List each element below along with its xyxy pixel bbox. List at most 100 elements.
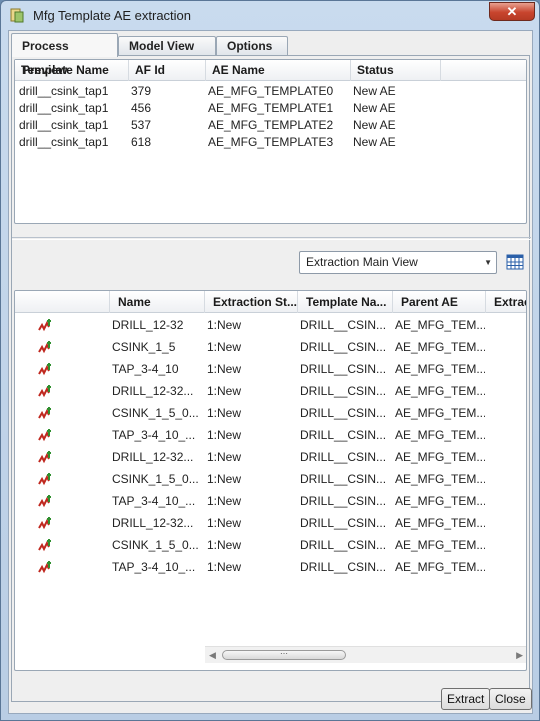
column-header-name[interactable]: Name (110, 291, 205, 313)
tab-process-preview[interactable]: Process Preview (11, 33, 118, 77)
cell-name: DRILL_12-32... (112, 384, 194, 398)
cell-template-name: drill__csink_tap1 (19, 118, 109, 132)
table-row[interactable]: drill__csink_tap1 456 AE_MFG_TEMPLATE1 N… (15, 100, 526, 117)
cell-extraction-status: 1:New (207, 560, 242, 574)
process-table-header: Template Name AF Id AE Name Status (15, 60, 526, 81)
table-row[interactable]: DRILL_12-32... 1:New DRILL__CSIN... AE_MFG_… (15, 380, 526, 402)
cell-extraction-status: 1:New (207, 362, 242, 376)
table-row[interactable]: drill__csink_tap1 537 AE_MFG_TEMPLATE2 N… (15, 117, 526, 134)
cell-extraction-status: 1:New (207, 384, 242, 398)
cell-template-name: drill__csink_tap1 (19, 101, 109, 115)
cell-name: CSINK_1_5_0... (112, 406, 199, 420)
cell-name: CSINK_1_5_0... (112, 472, 199, 486)
table-row[interactable]: drill__csink_tap1 379 AE_MFG_TEMPLATE0 N… (15, 83, 526, 100)
cell-extraction-status: 1:New (207, 340, 242, 354)
feature-icon (38, 429, 51, 442)
cell-template-name: DRILL__CSIN... (300, 538, 387, 552)
column-header-status[interactable]: Status (351, 60, 441, 81)
cell-parent-ae: AE_MFG_TEM... (395, 406, 485, 420)
title-bar[interactable]: Mfg Template AE extraction ✕ (1, 1, 539, 29)
cell-parent-ae: AE_MFG_TEM... (395, 560, 485, 574)
cell-template-name: DRILL__CSIN... (300, 406, 387, 420)
cell-extraction-status: 1:New (207, 428, 242, 442)
column-header-icon[interactable] (15, 291, 110, 313)
cell-template-name: DRILL__CSIN... (300, 340, 387, 354)
cell-name: DRILL_12-32... (112, 450, 194, 464)
horizontal-scrollbar[interactable]: ◀ ⋯ ▶ (205, 646, 526, 663)
cell-af-id: 618 (131, 135, 152, 149)
feature-icon (38, 451, 51, 464)
cell-name: TAP_3-4_10 (112, 362, 179, 376)
table-row[interactable]: CSINK_1_5 1:New DRILL__CSIN... AE_MFG_TEM..… (15, 336, 526, 358)
feature-icon (38, 407, 51, 420)
table-row[interactable]: CSINK_1_5_0... 1:New DRILL__CSIN... AE_MFG_… (15, 534, 526, 556)
feature-icon (38, 495, 51, 508)
table-row[interactable]: TAP_3-4_10_... 1:New DRILL__CSIN... AE_MFG_… (15, 424, 526, 446)
feature-icon (38, 319, 51, 332)
feature-icon (38, 561, 51, 574)
column-header-parent-ae[interactable]: Parent AE (393, 291, 486, 313)
column-header-filler (441, 60, 528, 81)
cell-template-name: DRILL__CSIN... (300, 450, 387, 464)
tab-model-view[interactable]: Model View (118, 36, 216, 56)
scroll-right-icon[interactable]: ▶ (516, 650, 523, 661)
tab-strip: Process Preview Model View Options (9, 33, 532, 77)
cell-af-id: 456 (131, 101, 152, 115)
cell-template-name: DRILL__CSIN... (300, 516, 387, 530)
window-title: Mfg Template AE extraction (33, 8, 192, 23)
scrollbar-thumb[interactable]: ⋯ (222, 650, 346, 660)
feature-icon (38, 539, 51, 552)
extraction-table-header: Name Extraction St... Template Na... Par… (15, 291, 526, 313)
cell-parent-ae: AE_MFG_TEM... (395, 494, 485, 508)
column-header-extraction[interactable]: Extrac (486, 291, 526, 313)
cell-template-name: DRILL__CSIN... (300, 494, 387, 508)
cell-af-id: 379 (131, 84, 152, 98)
app-icon (10, 8, 24, 23)
feature-icon (38, 341, 51, 354)
close-button[interactable]: Close (489, 688, 532, 710)
cell-extraction-status: 1:New (207, 516, 242, 530)
table-row[interactable]: DRILL_12-32... 1:New DRILL__CSIN... AE_MFG_… (15, 446, 526, 468)
table-row[interactable]: CSINK_1_5_0... 1:New DRILL__CSIN... AE_MFG_… (15, 402, 526, 424)
cell-parent-ae: AE_MFG_TEM... (395, 516, 485, 530)
column-header-af-id[interactable]: AF Id (129, 60, 206, 81)
scroll-left-icon[interactable]: ◀ (209, 650, 216, 661)
cell-name: CSINK_1_5_0... (112, 538, 199, 552)
feature-icon (38, 385, 51, 398)
view-select[interactable]: Extraction Main View ▼ (299, 251, 497, 274)
cell-extraction-status: 1:New (207, 538, 242, 552)
column-header-ae-name[interactable]: AE Name (206, 60, 351, 81)
column-header-extraction-status[interactable]: Extraction St... (205, 291, 298, 313)
cell-extraction-status: 1:New (207, 472, 242, 486)
cell-name: DRILL_12-32... (112, 516, 194, 530)
cell-parent-ae: AE_MFG_TEM... (395, 428, 485, 442)
cell-template-name: DRILL__CSIN... (300, 384, 387, 398)
table-row[interactable]: DRILL_12-32 1:New DRILL__CSIN... AE_MFG_TEM… (15, 314, 526, 336)
cell-parent-ae: AE_MFG_TEM... (395, 362, 485, 376)
cell-parent-ae: AE_MFG_TEM... (395, 318, 485, 332)
cell-parent-ae: AE_MFG_TEM... (395, 384, 485, 398)
cell-extraction-status: 1:New (207, 406, 242, 420)
cell-name: TAP_3-4_10_... (112, 494, 196, 508)
table-row[interactable]: TAP_3-4_10_... 1:New DRILL__CSIN... AE_MFG_… (15, 490, 526, 512)
table-row[interactable]: CSINK_1_5_0... 1:New DRILL__CSIN... AE_MFG_… (15, 468, 526, 490)
cell-parent-ae: AE_MFG_TEM... (395, 538, 485, 552)
extract-button[interactable]: Extract (441, 688, 491, 710)
cell-ae-name: AE_MFG_TEMPLATE3 (208, 135, 334, 149)
table-row[interactable]: drill__csink_tap1 618 AE_MFG_TEMPLATE3 N… (15, 134, 526, 151)
tab-options[interactable]: Options (216, 36, 288, 56)
cell-name: CSINK_1_5 (112, 340, 176, 354)
split-pane-divider[interactable] (12, 237, 531, 240)
table-columns-icon[interactable] (506, 254, 524, 270)
table-row[interactable]: DRILL_12-32... 1:New DRILL__CSIN... AE_MFG_… (15, 512, 526, 534)
cell-ae-name: AE_MFG_TEMPLATE0 (208, 84, 334, 98)
table-row[interactable]: TAP_3-4_10 1:New DRILL__CSIN... AE_MFG_TEM.… (15, 358, 526, 380)
cell-status: New AE (353, 135, 396, 149)
window-close-button[interactable]: ✕ (489, 2, 535, 21)
cell-parent-ae: AE_MFG_TEM... (395, 472, 485, 486)
process-table: Template Name AF Id AE Name Status drill… (14, 59, 527, 224)
column-header-template-name[interactable]: Template Na... (298, 291, 393, 313)
feature-icon (38, 473, 51, 486)
dialog-content: Process Preview Model View Options Templ… (8, 30, 533, 714)
table-row[interactable]: TAP_3-4_10_... 1:New DRILL__CSIN... AE_MFG_… (15, 556, 526, 578)
